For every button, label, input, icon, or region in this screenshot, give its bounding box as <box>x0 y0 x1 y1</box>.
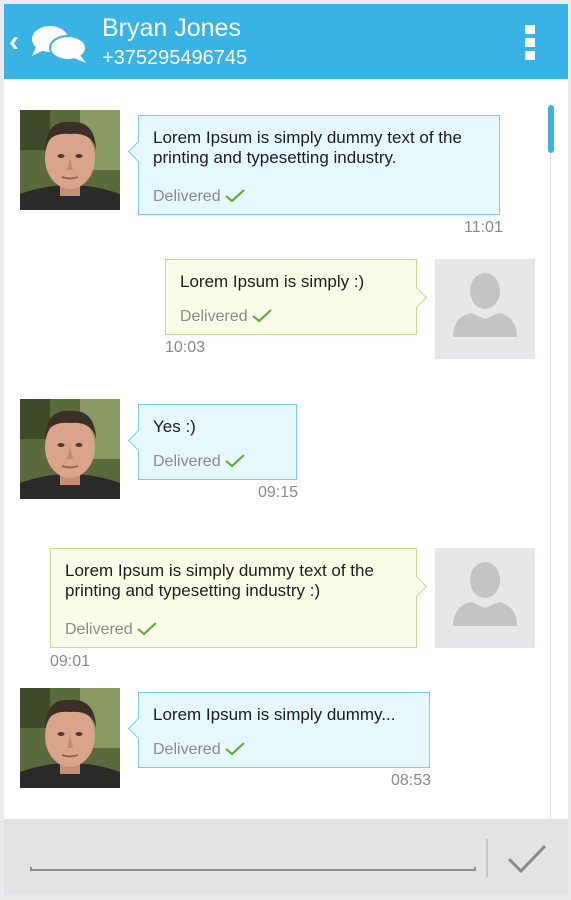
bubble-tail <box>405 575 428 598</box>
user-avatar-placeholder[interactable] <box>435 259 535 359</box>
delivery-status-label: Delivered <box>180 308 248 325</box>
bubble-tail <box>127 429 150 452</box>
chat-header: ‹ Bryan Jones +375295496745 <box>4 4 568 79</box>
message-text-line: Lorem Ipsum is simply dummy text of the <box>153 128 462 147</box>
delivery-status: Delivered <box>153 453 245 471</box>
composer-divider <box>486 839 488 877</box>
bubble-tail <box>127 140 150 163</box>
delivery-status-label: Delivered <box>153 188 221 205</box>
message-text-line: Yes :) <box>153 417 196 436</box>
person-silhouette-icon <box>453 562 517 626</box>
delivery-status: Delivered <box>65 621 157 639</box>
message-bubble[interactable]: Lorem Ipsum is simply dummy text of the … <box>127 115 500 215</box>
user-avatar-placeholder[interactable] <box>435 548 535 648</box>
contact-avatar[interactable] <box>20 110 120 210</box>
message-bubble[interactable]: Yes :) Delivered <box>127 404 297 480</box>
checkmark-icon <box>251 309 272 323</box>
chat-screen: ‹ Bryan Jones +375295496745 Lorem Ipsum … <box>4 4 568 895</box>
message-text-line: Lorem Ipsum is simply dummy... <box>153 705 396 724</box>
contact-phone[interactable]: +375295496745 <box>102 46 247 70</box>
message-time: 11:01 <box>464 219 503 236</box>
contact-avatar[interactable] <box>20 688 120 788</box>
contact-avatar[interactable] <box>20 399 120 499</box>
checkmark-icon <box>224 189 245 203</box>
message-time: 09:15 <box>258 484 299 501</box>
message-text-line: printing and typesetting industry. <box>153 148 397 167</box>
delivery-status: Delivered <box>153 741 245 759</box>
overflow-menu-icon[interactable] <box>525 25 537 61</box>
message-bubble[interactable]: Lorem Ipsum is simply dummy... Delivered <box>127 692 430 768</box>
chevron-left-icon[interactable]: ‹ <box>9 27 19 57</box>
message-bubble[interactable]: Lorem Ipsum is simply :) Delivered <box>165 259 428 335</box>
message-text-line: Lorem Ipsum is simply :) <box>180 272 365 291</box>
message-text-line: Lorem Ipsum is simply dummy text of the <box>65 561 374 580</box>
message-composer <box>4 819 568 895</box>
delivery-status-label: Delivered <box>65 621 133 638</box>
checkmark-send-icon[interactable] <box>506 843 548 875</box>
delivery-status-label: Delivered <box>153 453 221 470</box>
bubble-tail <box>405 286 428 309</box>
person-silhouette-icon <box>453 273 517 337</box>
message-time: 08:53 <box>391 772 432 789</box>
scroll-track <box>550 105 551 819</box>
message-list[interactable]: Lorem Ipsum is simply dummy text of the … <box>4 79 568 819</box>
contact-name[interactable]: Bryan Jones <box>102 14 241 42</box>
scrollbar[interactable] <box>548 105 554 153</box>
delivery-status: Delivered <box>153 188 245 206</box>
checkmark-icon <box>224 742 245 756</box>
checkmark-icon <box>224 454 245 468</box>
delivery-status: Delivered <box>180 308 272 326</box>
message-time: 09:01 <box>50 653 91 670</box>
bubble-tail <box>127 717 150 740</box>
message-input[interactable] <box>30 867 476 871</box>
chat-bubbles-icon[interactable] <box>30 23 88 65</box>
message-bubble[interactable]: Lorem Ipsum is simply dummy text of the … <box>50 548 428 648</box>
message-time: 10:03 <box>165 339 206 356</box>
delivery-status-label: Delivered <box>153 741 221 758</box>
message-text-line: printing and typesetting industry :) <box>65 581 321 600</box>
checkmark-icon <box>136 622 157 636</box>
